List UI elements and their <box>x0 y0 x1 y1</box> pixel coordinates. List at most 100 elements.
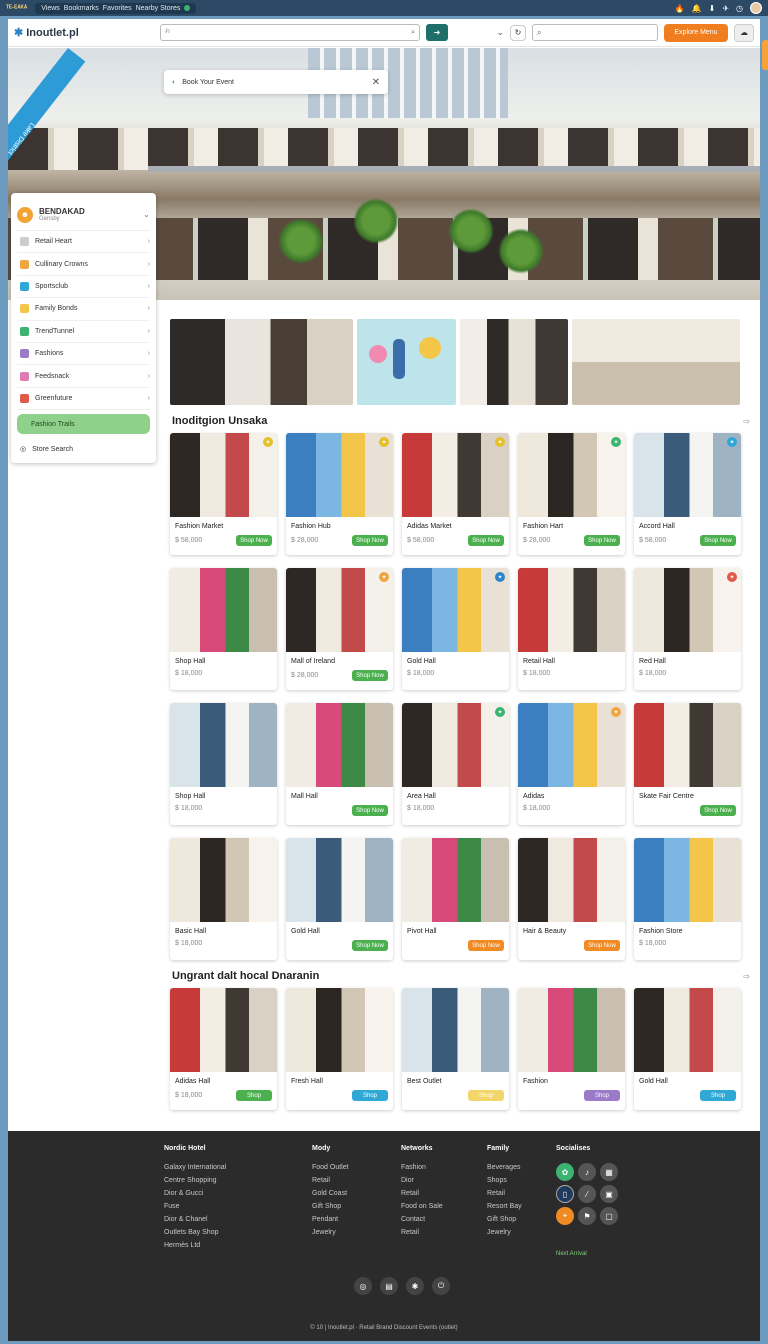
sidebar-header[interactable]: ☻ BENDAKAD Gensby ⌄ <box>17 199 150 231</box>
favorite-badge-icon[interactable]: ✦ <box>611 707 621 717</box>
refresh-button[interactable]: ↻ <box>510 24 526 41</box>
store-card[interactable]: ✦ Mall of Ireland $ 28,000 Shop Now <box>286 568 393 690</box>
shop-now-button[interactable]: Shop Now <box>352 805 388 816</box>
sidebar-item-active[interactable]: Fashion Trails <box>17 414 150 435</box>
favorite-badge-icon[interactable]: ✦ <box>611 437 621 447</box>
leaf-icon[interactable]: ✿ <box>556 1163 574 1181</box>
footer-link[interactable]: Retail <box>487 1190 522 1197</box>
store-card[interactable]: Adidas Hall $ 18,000 Shop <box>170 988 277 1110</box>
shop-now-button[interactable]: Shop Now <box>352 940 388 951</box>
footer-link[interactable]: Hermès Ltd <box>164 1242 226 1249</box>
location-icon[interactable]: ⌖ <box>556 1207 574 1225</box>
sidebar-item[interactable]: Fashions › <box>17 343 150 366</box>
favorite-badge-icon[interactable]: ✦ <box>495 707 505 717</box>
os-menu-item[interactable]: Nearby Stores <box>136 5 181 12</box>
sidebar-item[interactable]: Retail Heart › <box>17 231 150 254</box>
footer-link[interactable]: Jewelry <box>487 1229 522 1236</box>
site-logo[interactable]: ✱ Inoutlet.pl <box>14 26 154 40</box>
footer-link[interactable]: Galaxy International <box>164 1164 226 1171</box>
sidebar-item[interactable]: Greenfuture › <box>17 388 150 411</box>
footer-link[interactable]: Fuse <box>164 1203 226 1210</box>
shop-now-button[interactable]: Shop <box>468 1090 504 1101</box>
footer-link[interactable]: Jewelry <box>312 1229 349 1236</box>
footer-link[interactable]: Gift Shop <box>312 1203 349 1210</box>
store-card[interactable]: Shop Hall $ 18,000 <box>170 703 277 825</box>
os-menu-item[interactable]: Favorites <box>103 5 132 12</box>
store-card[interactable]: Retail Hall $ 18,000 <box>518 568 625 690</box>
timer-icon[interactable]: ◷ <box>736 4 743 13</box>
favorite-badge-icon[interactable]: ✦ <box>263 437 273 447</box>
store-card[interactable]: Fashion Store $ 18,000 <box>634 838 741 960</box>
footer-link[interactable]: Dior & Chanel <box>164 1216 226 1223</box>
see-all-arrow-icon[interactable]: ⇨ <box>743 972 750 981</box>
store-card[interactable]: Shop Hall $ 18,000 <box>170 568 277 690</box>
support-icon[interactable]: ◎ <box>354 1277 372 1295</box>
explore-menu-button[interactable]: Explore Menu <box>664 23 728 42</box>
footer-link[interactable]: Fashion <box>401 1164 443 1171</box>
favorite-badge-icon[interactable]: ✦ <box>495 572 505 582</box>
footer-link[interactable]: Retail <box>401 1190 443 1197</box>
os-menu-item[interactable]: Views <box>41 5 60 12</box>
grid-icon[interactable]: ▦ <box>600 1163 618 1181</box>
shop-now-button[interactable]: Shop Now <box>584 940 620 951</box>
promo-tile[interactable] <box>170 319 353 405</box>
shop-now-button[interactable]: Shop Now <box>584 535 620 546</box>
shop-now-button[interactable]: Shop <box>700 1090 736 1101</box>
accessibility-icon[interactable]: ✱ <box>406 1277 424 1295</box>
sidebar-item[interactable]: Sportsclub › <box>17 276 150 299</box>
store-card[interactable]: Skate Fair Centre Shop Now <box>634 703 741 825</box>
store-card[interactable]: ✦ Fashion Hart $ 28,000 Shop Now <box>518 433 625 555</box>
footer-link[interactable]: Food Outlet <box>312 1164 349 1171</box>
footer-link[interactable]: Resort Bay <box>487 1203 522 1210</box>
chevron-down-icon[interactable]: ⌄ <box>143 210 150 219</box>
shop-now-button[interactable]: Shop <box>236 1090 272 1101</box>
store-card[interactable]: ✦ Accord Hall $ 58,000 Shop Now <box>634 433 741 555</box>
shop-now-button[interactable]: Shop Now <box>352 535 388 546</box>
store-card[interactable]: ✦ Fashion Market $ 58,000 Shop Now <box>170 433 277 555</box>
store-search-link[interactable]: ◎ Store Search <box>17 438 150 460</box>
shop-now-button[interactable]: Shop Now <box>700 535 736 546</box>
store-card[interactable]: Gold Hall Shop <box>634 988 741 1110</box>
promo-tile[interactable] <box>357 319 456 405</box>
image-icon[interactable]: ▣ <box>600 1185 618 1203</box>
cloud-icon[interactable]: ☁ <box>734 23 754 42</box>
sidebar-item[interactable]: TrendTunnel › <box>17 321 150 343</box>
footer-link[interactable]: Shops <box>487 1177 522 1184</box>
store-card[interactable]: ✦ Adidas Market $ 58,000 Shop Now <box>402 433 509 555</box>
store-card[interactable]: ✦ Red Hall $ 18,000 <box>634 568 741 690</box>
notification-icon[interactable]: 🔔 <box>692 4 702 13</box>
shop-now-button[interactable]: Shop Now <box>468 940 504 951</box>
music-icon[interactable]: ♪ <box>578 1163 596 1181</box>
footer-link[interactable]: Centre Shopping <box>164 1177 226 1184</box>
store-card[interactable]: Gold Hall Shop Now <box>286 838 393 960</box>
see-all-arrow-icon[interactable]: ⇨ <box>743 417 750 426</box>
favorite-badge-icon[interactable]: ✦ <box>379 437 389 447</box>
slash-icon[interactable]: ⁄ <box>578 1185 596 1203</box>
footer-link[interactable]: Gift Shop <box>487 1216 522 1223</box>
footer-link[interactable]: Beverages <box>487 1164 522 1171</box>
store-card[interactable]: ✦ Gold Hall $ 18,000 <box>402 568 509 690</box>
favorite-badge-icon[interactable]: ✦ <box>727 437 737 447</box>
close-icon[interactable]: ✕ <box>372 77 380 88</box>
footer-link[interactable]: Dior & Gucci <box>164 1190 226 1197</box>
promo-tile[interactable] <box>572 319 740 405</box>
shop-now-button[interactable]: Shop Now <box>236 535 272 546</box>
footer-link[interactable]: Retail <box>312 1177 349 1184</box>
footer-link[interactable]: Pendant <box>312 1216 349 1223</box>
shop-now-button[interactable]: Shop <box>584 1090 620 1101</box>
store-card[interactable]: ✦ Fashion Hub $ 28,000 Shop Now <box>286 433 393 555</box>
store-card[interactable]: Best Outlet Shop <box>402 988 509 1110</box>
side-edge-tab[interactable] <box>762 40 768 70</box>
store-card[interactable]: Hair & Beauty Shop Now <box>518 838 625 960</box>
store-card[interactable]: Fresh Hall Shop <box>286 988 393 1110</box>
fire-icon[interactable]: 🔥 <box>675 4 685 13</box>
phone-icon[interactable]: ▯ <box>556 1185 574 1203</box>
user-avatar[interactable] <box>750 2 762 14</box>
footer-link[interactable]: Retail <box>401 1229 443 1236</box>
power-icon[interactable]: ⏻ <box>432 1277 450 1295</box>
favorite-badge-icon[interactable]: ✦ <box>379 572 389 582</box>
send-icon[interactable]: ✈ <box>722 4 729 13</box>
shop-now-button[interactable]: Shop Now <box>352 670 388 681</box>
store-card[interactable]: Mall Hall Shop Now <box>286 703 393 825</box>
store-card[interactable]: Basic Hall $ 18,000 <box>170 838 277 960</box>
